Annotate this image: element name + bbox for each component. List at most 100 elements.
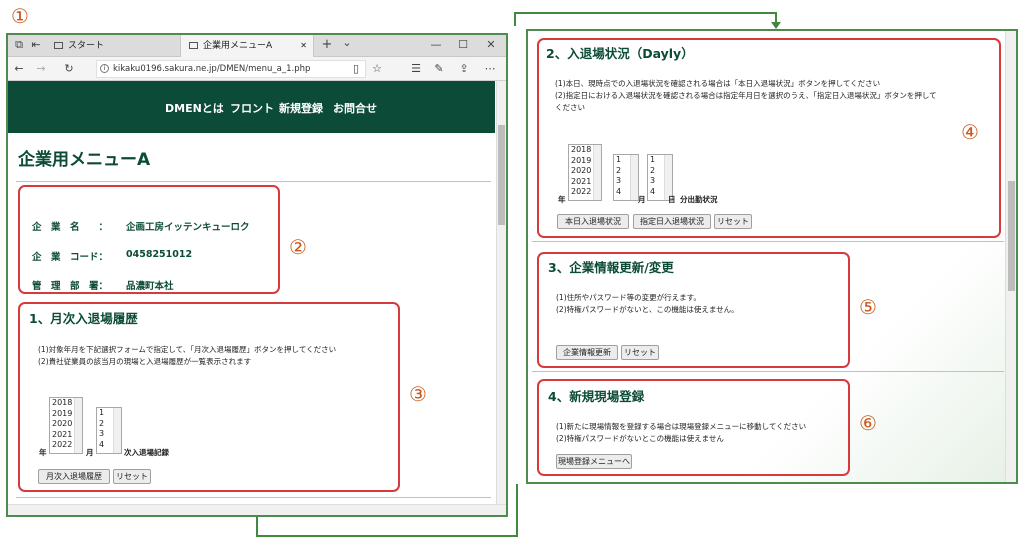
info-icon: i [100,64,109,73]
instruction-text: (2)貴社従業員の該当月の現場と入退場履歴が一覧表示されます [38,357,252,366]
maximize-icon[interactable]: ☐ [455,35,471,56]
year-label: 年 [39,448,47,457]
favorites-hub-icon[interactable]: ☰ [408,57,424,81]
nav-about[interactable]: DMENとは [165,100,224,116]
company-code-value: 0458251012 [126,249,193,260]
url-text: kikaku0196.sakura.ne.jp/DMEN/menu_a_1.ph… [113,64,311,74]
page-icon [189,42,198,49]
tab-preview-icon[interactable]: ⧉ [11,35,27,56]
tab-label: 企業用メニューA [203,41,273,51]
vertical-scrollbar[interactable] [1005,31,1016,482]
instruction-text: (1)新たに現場情報を登録する場合は現場登録メニューに移動してください [556,422,807,431]
arrow-down-icon [771,22,781,29]
marker-4: ④ [961,120,979,144]
vertical-scrollbar[interactable] [496,81,506,506]
instruction-text: (2)特権パスワードがないと、この機能は使えません。 [556,305,739,314]
month-listbox[interactable]: 1 2 3 4 [613,154,639,201]
tab-company-menu[interactable]: 企業用メニューA ✕ [180,35,314,57]
minimize-icon[interactable]: — [428,35,444,56]
year-listbox[interactable]: 2018 2019 2020 2021 2022 [568,144,602,201]
section-title: 1、月次入退場履歴 [29,311,138,326]
reading-view-icon[interactable]: ▯ [348,57,364,81]
site-nav: DMENとは フロント 新規登録 お問合せ [8,81,495,133]
instruction-text: (2)特権パスワードがないとこの機能は使えません [556,434,724,443]
url-field[interactable]: i kikaku0196.sakura.ne.jp/DMEN/menu_a_1.… [96,60,366,78]
close-tab-icon[interactable]: ✕ [300,35,307,57]
page-continuation-panel: 2、入退場状況（Dayly） (1)本日、現時点での入退場状況を確認される場合は… [526,29,1018,484]
status-suffix-label: 分出勤状況 [680,195,718,204]
dept-value: 品濃町本社 [126,281,174,292]
listbox-scrollbar[interactable] [113,408,121,453]
back-arrow-icon[interactable]: ← [11,57,27,81]
chevron-down-icon[interactable]: ⌄ [339,35,355,54]
horizontal-scrollbar[interactable] [8,504,506,515]
today-status-button[interactable]: 本日入退場状況 [557,214,629,229]
instruction-text: (1)対象年月を下記選択フォームで指定して、「月次入退場履歴」ボタンを押してくだ… [38,345,337,354]
listbox-scrollbar[interactable] [74,398,82,453]
tab-start[interactable]: スタート [48,35,173,57]
browser-window: ⧉ ⇤ スタート 企業用メニューA ✕ + ⌄ — ☐ ✕ ← → ↻ i ki… [6,33,508,517]
marker-5: ⑤ [859,295,877,319]
company-code-label: 企 業 コード： [32,252,109,263]
company-name-label: 企 業 名 ： [32,222,109,233]
share-icon[interactable]: ⇪ [456,57,472,81]
company-name-value: 企画工房イッテンキューロク [126,222,250,233]
forward-arrow-icon[interactable]: → [33,57,49,81]
divider [16,181,491,182]
close-window-icon[interactable]: ✕ [483,35,499,56]
year-label: 年 [558,195,566,204]
divider [16,497,491,498]
date-status-button[interactable]: 指定日入退場状況 [633,214,711,229]
pen-note-icon[interactable]: ✎ [431,57,447,81]
set-aside-tabs-icon[interactable]: ⇤ [28,35,44,56]
company-update-button[interactable]: 企業情報更新 [556,345,618,360]
listbox-scrollbar[interactable] [593,145,601,200]
divider [532,241,1004,242]
month-listbox[interactable]: 1 2 3 4 [96,407,122,454]
month-label: 月 [86,448,94,457]
connector-line [516,484,518,537]
nav-contact[interactable]: お問合せ [333,100,377,116]
instruction-text: (1)本日、現時点での入退場状況を確認される場合は「本日入退場状況」ボタンを押し… [555,79,881,88]
connector-line [514,12,516,26]
nav-front[interactable]: フロント [230,100,274,116]
history-suffix-label: 次入退場記録 [124,448,169,457]
section-title: 4、新規現場登録 [548,389,645,404]
address-bar: ← → ↻ i kikaku0196.sakura.ne.jp/DMEN/men… [8,57,506,81]
marker-2: ② [289,235,307,259]
tab-label: スタート [68,41,105,51]
monthly-history-button[interactable]: 月次入退場履歴 [38,469,110,484]
refresh-icon[interactable]: ↻ [61,57,77,81]
dept-label: 管 理 部 署： [32,281,109,292]
more-menu-icon[interactable]: ⋯ [482,57,498,81]
year-listbox[interactable]: 2018 2019 2020 2021 2022 [49,397,83,454]
marker-6: ⑥ [859,411,877,435]
instruction-text: (1)住所やパスワード等の変更が行えます。 [556,293,701,302]
favorite-star-icon[interactable]: ☆ [369,57,385,81]
nav-register[interactable]: 新規登録 [279,100,323,116]
scroll-thumb[interactable] [1008,181,1015,291]
tab-bar: ⧉ ⇤ スタート 企業用メニューA ✕ + ⌄ — ☐ ✕ [8,35,506,57]
site-registration-menu-button[interactable]: 現場登録メニューへ [556,454,632,469]
connector-line [514,12,776,14]
scroll-thumb[interactable] [498,125,505,225]
connector-line [256,517,258,537]
daily-status-box [537,38,1001,238]
divider [532,371,1004,372]
marker-1: ① [11,4,29,28]
marker-3: ③ [409,382,427,406]
connector-line [256,535,518,537]
reset-button[interactable]: リセット [113,469,151,484]
reset-button[interactable]: リセット [621,345,659,360]
page-icon [54,42,63,49]
new-tab-icon[interactable]: + [319,35,335,56]
month-label: 月 [638,195,646,204]
reset-button[interactable]: リセット [714,214,752,229]
day-label: 日 [668,195,676,204]
section-title: 3、企業情報更新/変更 [548,260,674,275]
section-title: 2、入退場状況（Dayly） [546,46,694,61]
listbox-scrollbar[interactable] [630,155,638,200]
page-title: 企業用メニューA [18,150,151,170]
instruction-text: ください [555,103,585,112]
instruction-text: (2)指定日における入退場状況を確認される場合は指定年月日を選択のうえ、「指定日… [555,91,937,100]
